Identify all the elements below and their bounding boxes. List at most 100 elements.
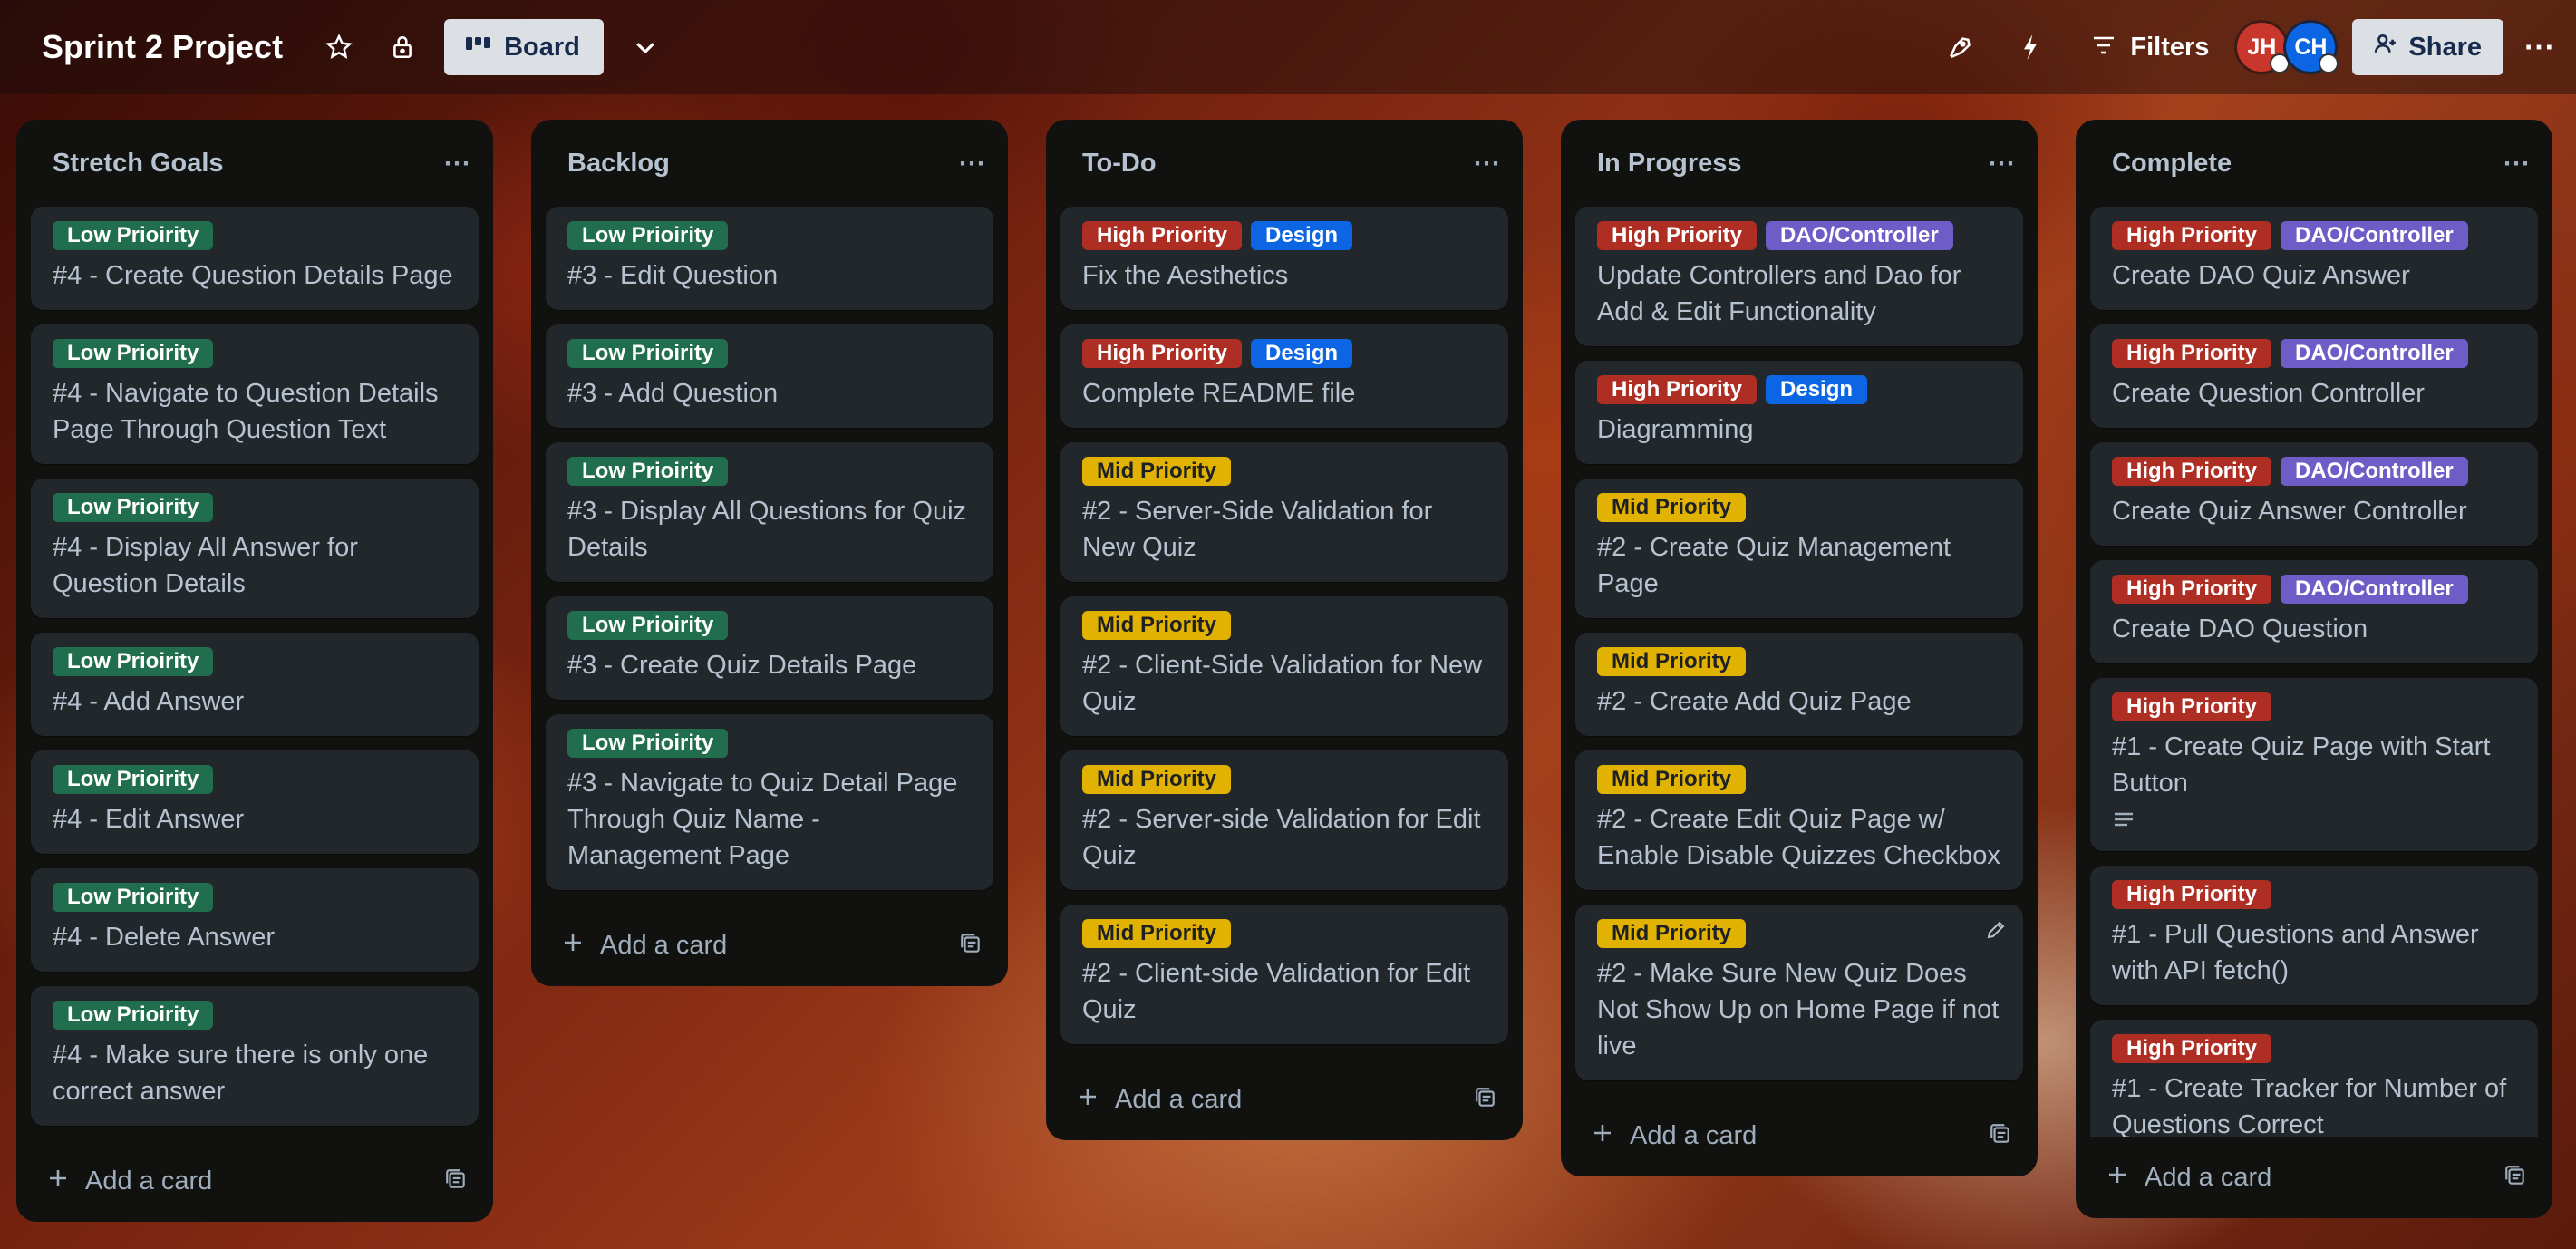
card[interactable]: Low Prioirity #4 - Create Question Detail…	[31, 207, 479, 310]
card[interactable]: Mid Priority #2 - Server-Side Validation …	[1060, 442, 1508, 582]
card[interactable]: Low Prioirity #3 - Create Quiz Details Pa…	[546, 596, 993, 700]
add-card-button[interactable]: Add a card	[562, 931, 727, 961]
pencil-icon[interactable]	[1985, 919, 2007, 945]
label-low[interactable]: Low Prioirity	[53, 339, 214, 368]
card-template-icon[interactable]	[959, 932, 983, 960]
label-mid[interactable]: Mid Priority	[1597, 493, 1747, 522]
automation-icon[interactable]	[2010, 27, 2050, 67]
add-card-button[interactable]: Add a card	[47, 1167, 212, 1196]
chevron-down-icon[interactable]	[625, 27, 665, 67]
card[interactable]: Low Prioirity #4 - Display All Answer for…	[31, 479, 479, 618]
card[interactable]: Low Prioirity #4 - Add Answer	[31, 633, 479, 736]
label-dao[interactable]: DAO/Controller	[2281, 339, 2468, 368]
card[interactable]: High Priority Design Complete README file	[1060, 324, 1508, 428]
card-template-icon[interactable]	[444, 1167, 468, 1196]
card[interactable]: High Priority DAO/Controller Update Contro…	[1575, 207, 2023, 346]
label-high[interactable]: High Priority	[2112, 1034, 2272, 1063]
card[interactable]: Mid Priority #2 - Create Add Quiz Page	[1575, 633, 2023, 736]
label-low[interactable]: Low Prioirity	[53, 221, 214, 250]
label-mid[interactable]: Mid Priority	[1082, 765, 1232, 794]
card[interactable]: High Priority Design Diagramming	[1575, 361, 2023, 464]
avatar[interactable]: CH	[2283, 20, 2339, 74]
board-view-button[interactable]: Board	[444, 19, 604, 75]
label-mid[interactable]: Mid Priority	[1597, 765, 1747, 794]
list-menu-icon[interactable]: ⋯	[2503, 148, 2531, 179]
card[interactable]: Mid Priority #2 - Create Edit Quiz Page w…	[1575, 750, 2023, 890]
power-ups-icon[interactable]	[1940, 27, 1980, 67]
label-low[interactable]: Low Prioirity	[53, 493, 214, 522]
card[interactable]: High Priority Design Fix the Aesthetics	[1060, 207, 1508, 310]
label-design[interactable]: Design	[1251, 339, 1353, 368]
label-mid[interactable]: Mid Priority	[1082, 611, 1232, 640]
card[interactable]: Low Prioirity #4 - Make sure there is onl…	[31, 986, 479, 1126]
card-template-icon[interactable]	[1989, 1122, 2012, 1150]
list-menu-icon[interactable]: ⋯	[443, 148, 471, 179]
card[interactable]: Low Prioirity #4 - Navigate to Question D…	[31, 324, 479, 464]
card[interactable]: High Priority DAO/Controller Create DAO Qu…	[2090, 560, 2538, 663]
card[interactable]: Mid Priority #2 - Server-side Validation …	[1060, 750, 1508, 890]
star-icon[interactable]	[321, 29, 357, 65]
avatar[interactable]: JH	[2234, 20, 2290, 74]
label-low[interactable]: Low Prioirity	[567, 339, 729, 368]
card-template-icon[interactable]	[1474, 1086, 1497, 1114]
card-template-icon[interactable]	[2503, 1164, 2527, 1192]
label-dao[interactable]: DAO/Controller	[2281, 457, 2468, 486]
add-card-button[interactable]: Add a card	[1077, 1085, 1242, 1115]
card[interactable]: Low Prioirity #4 - Delete Answer	[31, 868, 479, 972]
label-low[interactable]: Low Prioirity	[53, 765, 214, 794]
list-title[interactable]: Backlog	[567, 149, 670, 179]
label-low[interactable]: Low Prioirity	[53, 883, 214, 912]
card[interactable]: High Priority #1 - Create Quiz Page with …	[2090, 678, 2538, 851]
card[interactable]: Mid Priority #2 - Make Sure New Quiz Does…	[1575, 905, 2023, 1080]
label-high[interactable]: High Priority	[2112, 221, 2272, 250]
label-low[interactable]: Low Prioirity	[567, 457, 729, 486]
add-card-button[interactable]: Add a card	[2106, 1163, 2271, 1193]
list-title[interactable]: In Progress	[1597, 149, 1742, 179]
card[interactable]: Low Prioirity #3 - Navigate to Quiz Detai…	[546, 714, 993, 890]
label-low[interactable]: Low Prioirity	[567, 221, 729, 250]
card[interactable]: Mid Priority #2 - Create Quiz Management …	[1575, 479, 2023, 618]
card[interactable]: Low Prioirity #3 - Add Question	[546, 324, 993, 428]
filters-button[interactable]: Filters	[2092, 33, 2209, 63]
label-high[interactable]: High Priority	[2112, 457, 2272, 486]
label-mid[interactable]: Mid Priority	[1597, 647, 1747, 676]
card[interactable]: High Priority DAO/Controller Create Questi…	[2090, 324, 2538, 428]
more-icon[interactable]: ⋯	[2523, 29, 2556, 65]
card[interactable]: Low Prioirity #3 - Display All Questions …	[546, 442, 993, 582]
label-low[interactable]: Low Prioirity	[567, 611, 729, 640]
list-menu-icon[interactable]: ⋯	[958, 148, 986, 179]
add-card-button[interactable]: Add a card	[1592, 1121, 1757, 1151]
label-dao[interactable]: DAO/Controller	[1766, 221, 1953, 250]
list-title[interactable]: To-Do	[1082, 149, 1157, 179]
label-mid[interactable]: Mid Priority	[1082, 919, 1232, 948]
label-high[interactable]: High Priority	[2112, 339, 2272, 368]
card[interactable]: Low Prioirity #3 - Edit Question	[546, 207, 993, 310]
card[interactable]: Mid Priority #2 - Client-side Validation …	[1060, 905, 1508, 1044]
label-high[interactable]: High Priority	[1082, 339, 1243, 368]
label-high[interactable]: High Priority	[2112, 692, 2272, 721]
card[interactable]: Low Prioirity #4 - Edit Answer	[31, 750, 479, 854]
share-button[interactable]: Share	[2352, 19, 2503, 75]
label-low[interactable]: Low Prioirity	[53, 647, 214, 676]
label-low[interactable]: Low Prioirity	[567, 729, 729, 758]
label-high[interactable]: High Priority	[1082, 221, 1243, 250]
label-dao[interactable]: DAO/Controller	[2281, 575, 2468, 604]
label-low[interactable]: Low Prioirity	[53, 1001, 214, 1030]
card[interactable]: High Priority #1 - Create Tracker for Num…	[2090, 1020, 2538, 1137]
label-mid[interactable]: Mid Priority	[1082, 457, 1232, 486]
label-high[interactable]: High Priority	[1597, 221, 1758, 250]
card[interactable]: Mid Priority #2 - Client-Side Validation …	[1060, 596, 1508, 736]
lock-icon[interactable]	[384, 29, 421, 65]
label-high[interactable]: High Priority	[1597, 375, 1758, 404]
list-title[interactable]: Complete	[2112, 149, 2232, 179]
label-design[interactable]: Design	[1251, 221, 1353, 250]
list-menu-icon[interactable]: ⋯	[1473, 148, 1501, 179]
card[interactable]: High Priority #1 - Pull Questions and Ans…	[2090, 866, 2538, 1005]
board-title[interactable]: Sprint 2 Project	[42, 28, 283, 66]
label-dao[interactable]: DAO/Controller	[2281, 221, 2468, 250]
card[interactable]: High Priority DAO/Controller Create Quiz A…	[2090, 442, 2538, 546]
list-menu-icon[interactable]: ⋯	[1988, 148, 2016, 179]
label-high[interactable]: High Priority	[2112, 880, 2272, 909]
card[interactable]: High Priority DAO/Controller Create DAO Qu…	[2090, 207, 2538, 310]
label-high[interactable]: High Priority	[2112, 575, 2272, 604]
